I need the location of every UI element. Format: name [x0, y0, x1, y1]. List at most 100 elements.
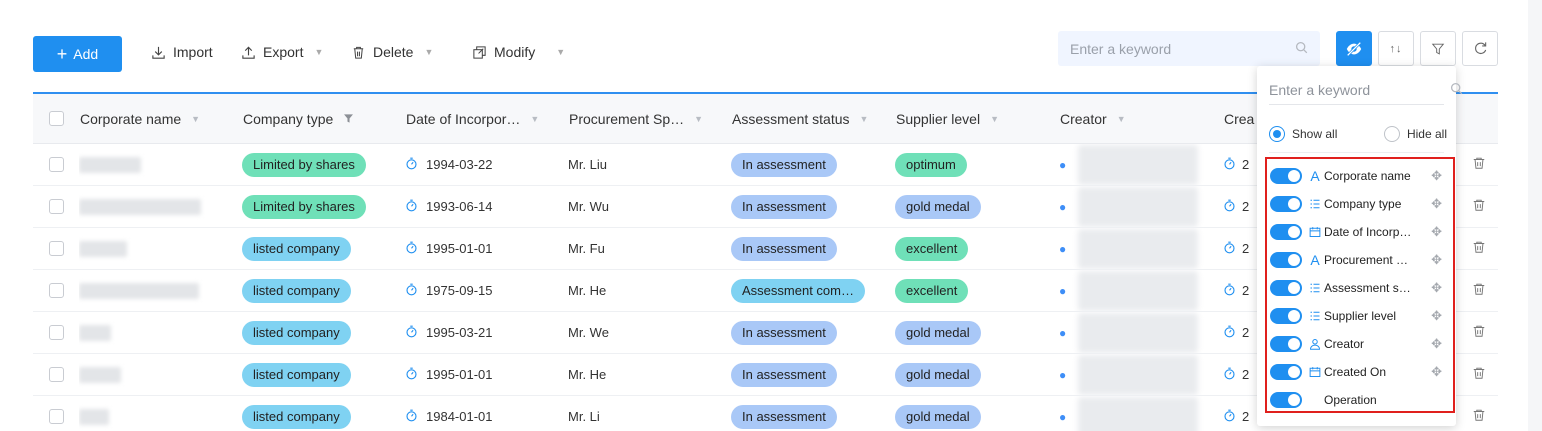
column-toggle-item[interactable]: Supplier level ✥ [1270, 304, 1452, 328]
page-scrollbar[interactable] [1528, 0, 1542, 431]
column-toggle-item[interactable]: Company type ✥ [1270, 192, 1452, 216]
caret-down-icon[interactable]: ▼ [694, 114, 703, 124]
visibility-toggle[interactable] [1270, 280, 1302, 296]
filter-icon[interactable] [343, 111, 354, 127]
hide-all-radio[interactable]: Hide all [1383, 126, 1447, 142]
created-on-value: 2 [1223, 157, 1249, 173]
assessment-status-cell: In assessment [731, 186, 895, 227]
refresh-button[interactable] [1462, 31, 1498, 66]
header-creator[interactable]: Creator ▼ [1060, 94, 1224, 143]
column-toggle-item[interactable]: A Procurement … ✥ [1270, 248, 1452, 272]
row-checkbox[interactable] [49, 199, 64, 214]
caret-down-icon: ▼ [556, 47, 566, 57]
visibility-toggle[interactable] [1270, 392, 1302, 408]
procurement-specialist-text: Mr. Liu [568, 157, 608, 172]
delete-row-icon[interactable] [1472, 366, 1486, 383]
caret-down-icon[interactable]: ▼ [990, 114, 999, 124]
header-supplier-level[interactable]: Supplier level ▼ [896, 94, 1060, 143]
import-button[interactable]: Import [151, 44, 213, 60]
search-box[interactable] [1058, 31, 1320, 66]
drag-handle-icon[interactable]: ✥ [1431, 308, 1442, 324]
header-date-of-incorporation[interactable]: Date of Incorpor… ▼ [406, 94, 569, 143]
timer-icon [1223, 241, 1236, 257]
modify-button[interactable]: Modify ▼ [472, 44, 565, 60]
column-toggle-item[interactable]: Operation [1270, 388, 1452, 412]
delete-row-icon[interactable] [1472, 408, 1486, 425]
row-checkbox[interactable] [49, 325, 64, 340]
row-checkbox[interactable] [49, 157, 64, 172]
delete-row-icon[interactable] [1472, 156, 1486, 173]
column-toggle-item[interactable]: Date of Incorp… ✥ [1270, 220, 1452, 244]
column-toggle-label: Supplier level [1324, 309, 1397, 323]
timer-icon [1223, 409, 1236, 425]
visibility-toggle[interactable] [1270, 336, 1302, 352]
visibility-toggle[interactable] [1270, 196, 1302, 212]
drag-handle-icon[interactable]: ✥ [1431, 336, 1442, 352]
caret-down-icon[interactable]: ▼ [530, 114, 539, 124]
caret-down-icon[interactable]: ▼ [1117, 114, 1126, 124]
delete-row-icon[interactable] [1472, 324, 1486, 341]
drag-handle-icon[interactable]: ✥ [1431, 196, 1442, 212]
sort-button[interactable]: ↑↓ [1378, 31, 1414, 66]
search-icon[interactable] [1295, 41, 1308, 57]
filter-button[interactable] [1420, 31, 1456, 66]
column-toggle-label: Date of Incorp… [1324, 225, 1412, 239]
search-input[interactable] [1070, 40, 1295, 57]
column-list-highlight: A Corporate name ✥ Company type ✥ Date of Inc… [1265, 157, 1455, 413]
visibility-toggle[interactable] [1270, 168, 1302, 184]
visibility-toggle[interactable] [1270, 224, 1302, 240]
export-button[interactable]: Export ▼ [241, 44, 323, 60]
header-corporate-name[interactable]: Corporate name ▼ [80, 94, 243, 143]
date-text: 1995-01-01 [426, 367, 493, 382]
drag-handle-icon[interactable]: ✥ [1431, 364, 1442, 380]
header-assessment-status[interactable]: Assessment status ▼ [732, 94, 896, 143]
row-checkbox[interactable] [49, 283, 64, 298]
column-toggle-label: Company type [1324, 197, 1402, 211]
drag-handle-icon[interactable]: ✥ [1431, 280, 1442, 296]
visibility-toggle[interactable] [1270, 308, 1302, 324]
visibility-toggle[interactable] [1270, 252, 1302, 268]
row-checkbox[interactable] [49, 241, 64, 256]
column-search-box[interactable] [1269, 75, 1463, 105]
row-checkbox[interactable] [49, 367, 64, 382]
date-cell: 1993-06-14 [405, 186, 568, 227]
delete-row-icon[interactable] [1472, 240, 1486, 257]
delete-button[interactable]: Delete ▼ [351, 44, 433, 60]
corporate-name-cell [79, 144, 242, 185]
caret-down-icon[interactable]: ▼ [191, 114, 200, 124]
drag-handle-icon[interactable]: ✥ [1431, 224, 1442, 240]
column-visibility-button[interactable] [1336, 31, 1372, 66]
drag-handle-icon[interactable]: ✥ [1431, 252, 1442, 268]
created-on-text: 2 [1242, 241, 1250, 256]
corporate-name-cell [79, 396, 242, 431]
column-toggle-item[interactable]: Creator ✥ [1270, 332, 1452, 356]
timer-icon [1223, 367, 1236, 383]
caret-down-icon[interactable]: ▼ [860, 114, 869, 124]
column-toggle-label: Created On [1324, 365, 1387, 379]
column-toggle-item[interactable]: Assessment s… ✥ [1270, 276, 1452, 300]
delete-row-icon[interactable] [1472, 282, 1486, 299]
delete-row-icon[interactable] [1472, 198, 1486, 215]
procurement-specialist-cell: Mr. Li [568, 396, 731, 431]
select-all-checkbox[interactable] [49, 111, 64, 126]
show-all-radio[interactable]: Show all [1269, 126, 1337, 142]
header-company-type[interactable]: Company type [243, 94, 406, 143]
timer-icon [1223, 199, 1236, 215]
visibility-toggle[interactable] [1270, 364, 1302, 380]
column-toggle-item[interactable]: Created On ✥ [1270, 360, 1452, 384]
creator-redacted [1078, 396, 1199, 431]
search-icon[interactable] [1450, 82, 1463, 98]
assessment-status-tag: In assessment [731, 194, 837, 219]
add-button[interactable]: + Add [33, 36, 122, 72]
procurement-specialist-text: Mr. Fu [568, 241, 605, 256]
header-procurement-specialist[interactable]: Procurement Sp… ▼ [569, 94, 732, 143]
row-checkbox[interactable] [49, 409, 64, 424]
date-text: 1995-01-01 [426, 241, 493, 256]
column-toggle-label: Operation [1324, 393, 1377, 407]
procurement-specialist-text: Mr. Li [568, 409, 600, 424]
row-select-cell [33, 186, 80, 227]
drag-handle-icon[interactable]: ✥ [1431, 168, 1442, 184]
column-search-input[interactable] [1269, 81, 1450, 98]
column-toggle-item[interactable]: A Corporate name ✥ [1270, 164, 1452, 188]
date-cell: 1975-09-15 [405, 270, 568, 311]
